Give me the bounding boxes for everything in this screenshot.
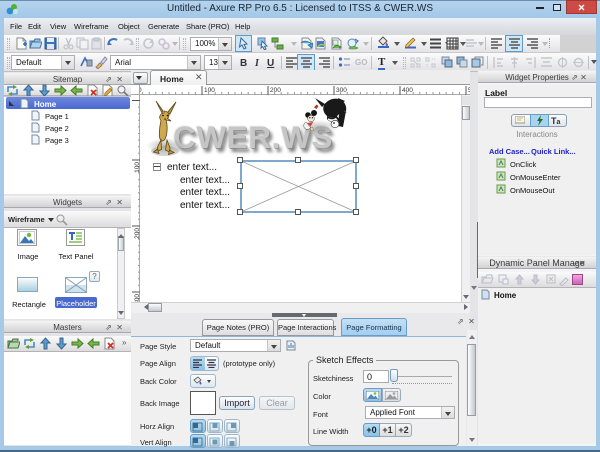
svg-text:100: 100 xyxy=(204,87,215,94)
svg-text:0: 0 xyxy=(140,87,142,94)
svg-text:400: 400 xyxy=(402,87,413,94)
svg-text:200: 200 xyxy=(270,87,281,94)
svg-text:300: 300 xyxy=(336,87,347,94)
